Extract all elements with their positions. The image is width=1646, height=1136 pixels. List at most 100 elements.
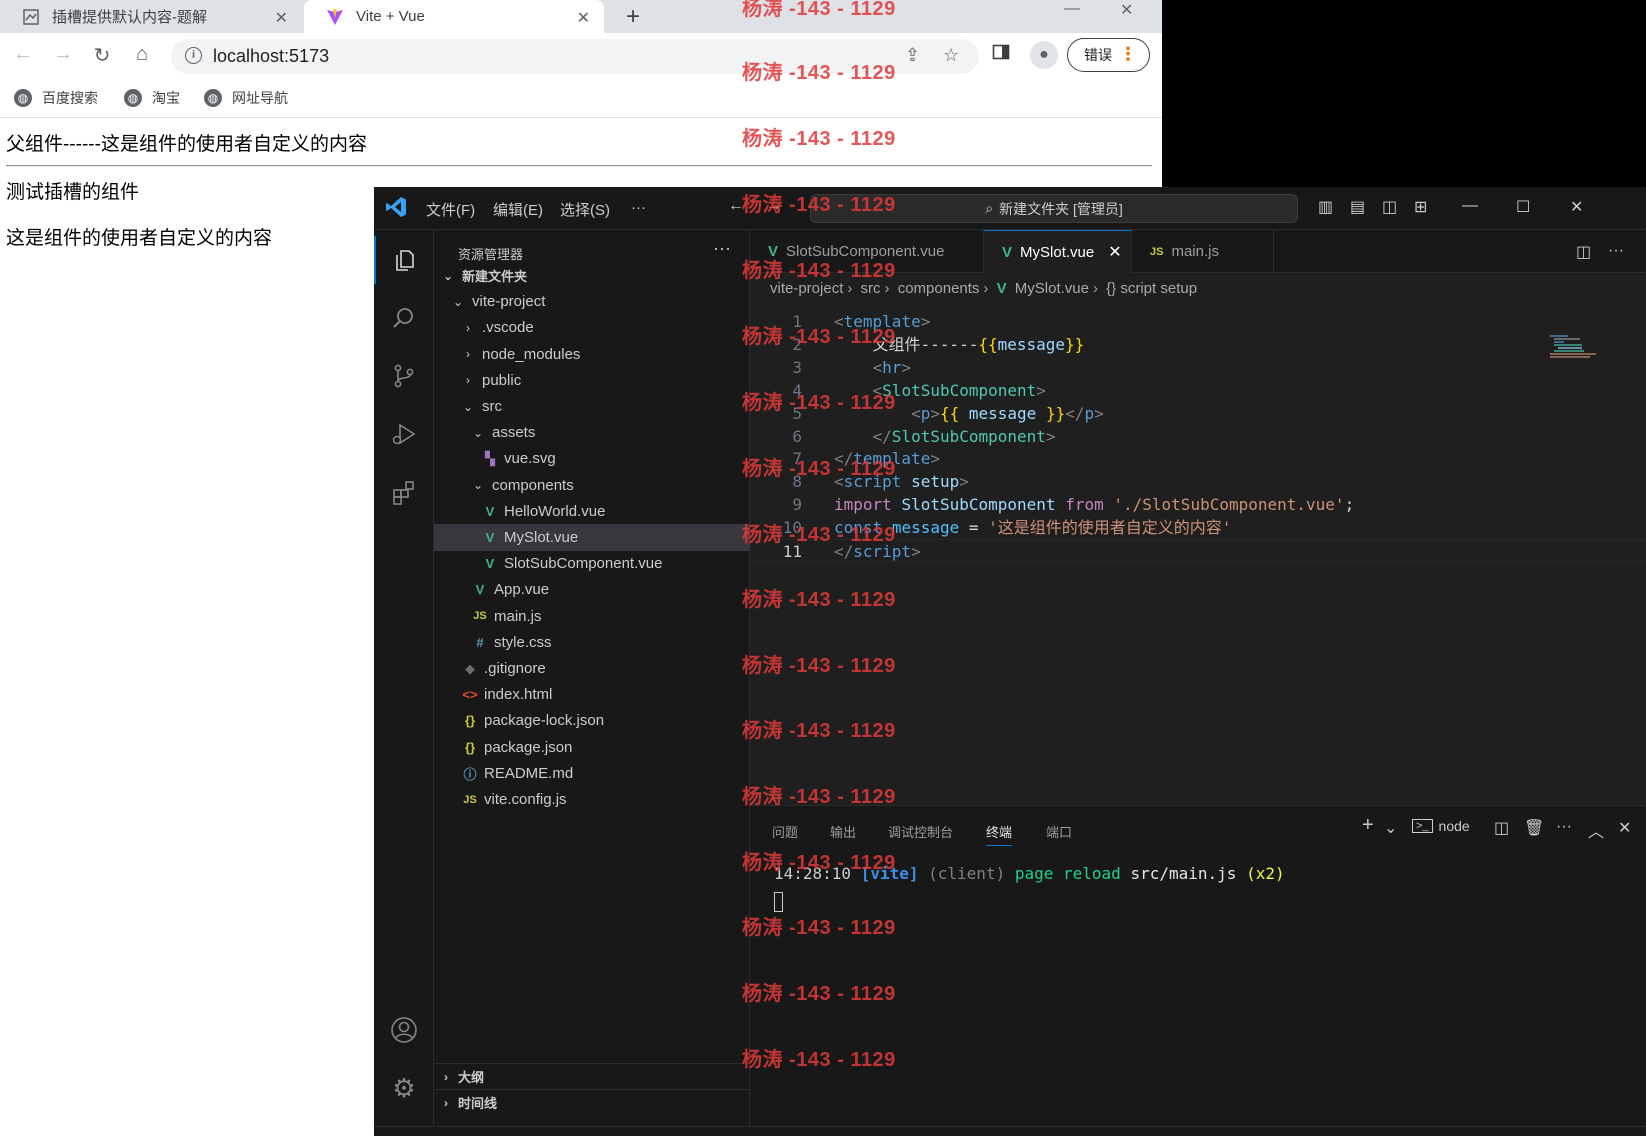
panel-tab-terminal[interactable]: 终端 — [986, 822, 1013, 846]
close-icon[interactable]: ✕ — [1618, 818, 1631, 838]
star-icon[interactable]: ☆ — [943, 45, 959, 66]
tree-item[interactable]: ◆ .gitignore — [434, 655, 750, 682]
close-icon[interactable]: ✕ — [275, 8, 288, 28]
watermark-text: 杨涛 -143 - 1129 — [742, 392, 896, 414]
tree-item[interactable]: ⓘ README.md — [434, 760, 750, 787]
terminal-shell-selector[interactable]: >_ node — [1412, 818, 1470, 834]
sidepanel-icon[interactable] — [992, 43, 1010, 66]
html-file-icon: <> — [462, 687, 478, 703]
source-control-icon[interactable] — [374, 352, 434, 400]
toggle-sidebar-icon[interactable]: ▥ — [1318, 197, 1333, 217]
chevron-up-icon[interactable]: ︿ — [1588, 818, 1604, 842]
back-icon[interactable]: ← — [10, 43, 36, 66]
tree-item[interactable]: JS vite.config.js — [434, 786, 750, 813]
outline-section[interactable]: › 大纲 — [434, 1063, 750, 1089]
maximize-icon[interactable]: ☐ — [1516, 197, 1530, 217]
more-icon[interactable]: ··· — [713, 238, 731, 259]
close-icon[interactable]: ✕ — [577, 8, 590, 28]
more-actions-icon[interactable]: ··· — [1608, 242, 1624, 260]
panel-tab-ports[interactable]: 端口 — [1046, 822, 1072, 841]
menu-file[interactable]: 文件(F) — [426, 199, 475, 220]
close-window-icon[interactable]: ✕ — [1120, 0, 1133, 20]
new-tab-icon[interactable]: + — [618, 0, 648, 33]
breadcrumb-item[interactable]: {} script setup — [1106, 280, 1197, 297]
terminal-action: page reload — [1014, 864, 1121, 883]
editor-tab-myslot[interactable]: V MySlot.vue ✕ — [984, 230, 1132, 273]
url-text[interactable]: localhost:5173 — [213, 46, 329, 67]
run-debug-icon[interactable] — [374, 410, 434, 458]
tree-item[interactable]: V App.vue — [434, 576, 750, 603]
code-line[interactable]: 6 </SlotSubComponent> — [750, 425, 1646, 448]
browser-tab-2[interactable]: Vite + Vue ✕ — [304, 0, 604, 33]
divider — [6, 165, 1152, 167]
minimap[interactable] — [1550, 335, 1606, 359]
profile-avatar-icon[interactable]: ● — [1030, 41, 1058, 69]
add-terminal-icon[interactable]: + — [1362, 814, 1374, 837]
gear-icon[interactable]: ⚙ — [374, 1064, 434, 1112]
vue-file-icon: V — [485, 530, 495, 545]
split-terminal-icon[interactable]: ◫ — [1494, 818, 1509, 838]
forward-icon[interactable]: → — [50, 43, 76, 66]
bookmark-item[interactable]: ◍ 淘宝 — [124, 88, 180, 108]
tree-item[interactable]: {} package.json — [434, 734, 750, 761]
tree-item[interactable]: › node_modules — [434, 341, 750, 368]
tree-item[interactable]: V HelloWorld.vue — [434, 498, 750, 525]
info-icon[interactable]: i — [185, 47, 202, 64]
menu-edit[interactable]: 编辑(E) — [493, 199, 543, 220]
panel-tab-problems[interactable]: 问题 — [772, 822, 798, 841]
tree-item[interactable]: ⌄ assets — [434, 419, 750, 446]
tree-item[interactable]: V MySlot.vue — [434, 524, 750, 551]
chevron-down-icon[interactable]: ⌄ — [1384, 818, 1397, 838]
panel-tab-debug-console[interactable]: 调试控制台 — [888, 822, 953, 841]
editor-tab-mainjs[interactable]: JS main.js — [1132, 230, 1274, 273]
tree-item[interactable]: ▚ vue.svg — [434, 445, 750, 472]
toggle-secondary-sidebar-icon[interactable]: ◫ — [1382, 197, 1397, 217]
tree-item-label: SlotSubComponent.vue — [504, 555, 663, 573]
extensions-icon[interactable] — [374, 468, 434, 516]
search-icon[interactable] — [374, 294, 434, 342]
accounts-icon[interactable] — [374, 1006, 434, 1054]
minimize-icon[interactable]: — — [1462, 197, 1478, 215]
tree-item[interactable]: {} package-lock.json — [434, 707, 750, 734]
tree-item[interactable]: # style.css — [434, 629, 750, 656]
tree-item[interactable]: ⌄ vite-project — [434, 288, 750, 315]
chevron-right-icon: › — [444, 1095, 448, 1110]
bookmark-item[interactable]: ◍ 网址导航 — [204, 88, 288, 108]
search-icon: ⌕ — [985, 200, 994, 216]
vue-file-icon: V — [996, 280, 1007, 297]
trash-icon[interactable]: 🗑 — [1524, 818, 1544, 838]
tree-item[interactable]: › .vscode — [434, 314, 750, 341]
panel-tab-output[interactable]: 输出 — [830, 822, 856, 841]
tree-item[interactable]: V SlotSubComponent.vue — [434, 550, 750, 577]
tree-item[interactable]: JS main.js — [434, 603, 750, 630]
explorer-icon[interactable] — [374, 236, 434, 284]
timeline-section[interactable]: › 时间线 — [434, 1089, 750, 1115]
breadcrumb-item[interactable]: components — [898, 280, 980, 297]
customize-layout-icon[interactable]: ⊞ — [1414, 197, 1427, 217]
error-button[interactable]: 错误 ⋮ — [1067, 38, 1150, 72]
breadcrumb-item[interactable]: MySlot.vue — [1015, 280, 1089, 297]
tree-item[interactable]: › public — [434, 367, 750, 394]
more-actions-icon[interactable]: ··· — [1556, 818, 1572, 836]
menu-selection[interactable]: 选择(S) — [560, 199, 610, 220]
code-line[interactable]: 3 <hr> — [750, 356, 1646, 379]
menu-more[interactable]: ··· — [631, 199, 646, 216]
tree-item[interactable]: ⌄ 新建文件夹 — [434, 262, 750, 289]
code-line[interactable]: 9 import SlotSubComponent from './SlotSub… — [750, 493, 1646, 516]
close-icon[interactable]: ✕ — [1570, 197, 1583, 217]
share-icon[interactable]: ⇪ — [905, 45, 920, 66]
reload-icon[interactable]: ↻ — [89, 43, 115, 68]
toggle-panel-icon[interactable]: ▤ — [1350, 197, 1365, 217]
chevron-down-icon: ⌄ — [462, 399, 474, 414]
close-icon[interactable]: ✕ — [1108, 242, 1121, 262]
tree-item[interactable]: ⌄ src — [434, 393, 750, 420]
tree-item-label: node_modules — [482, 345, 581, 363]
browser-tab-1[interactable]: 插槽提供默认内容-题解 ✕ — [0, 0, 302, 33]
bookmark-item[interactable]: ◍ 百度搜索 — [14, 88, 98, 108]
vue-file-icon: V — [485, 503, 495, 519]
minimize-icon[interactable]: — — [1064, 0, 1080, 18]
tree-item[interactable]: <> index.html — [434, 681, 750, 708]
home-icon[interactable]: ⌂ — [129, 43, 155, 66]
split-editor-icon[interactable]: ◫ — [1576, 242, 1591, 262]
tree-item[interactable]: ⌄ components — [434, 472, 750, 499]
